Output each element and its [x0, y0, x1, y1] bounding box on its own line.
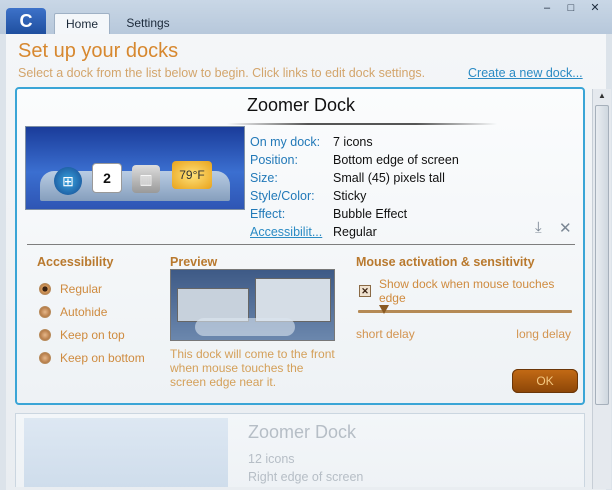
show-on-edge-checkbox[interactable]: ✕: [359, 285, 371, 297]
prop-label: On my dock:: [250, 135, 321, 149]
dock-thumbnail[interactable]: [24, 418, 228, 487]
name-divider: [227, 123, 497, 125]
radio-label: Keep on top: [60, 328, 125, 342]
preview-heading: Preview: [170, 255, 218, 269]
dock-icon-count: 12 icons: [248, 452, 295, 466]
slider-min-label: short delay: [356, 327, 415, 341]
preview-image: [170, 269, 335, 341]
prop-row: Size: Small (45) pixels tall: [250, 169, 459, 187]
prop-value: Small (45) pixels tall: [333, 171, 445, 185]
weather-icon: 79°F: [172, 161, 212, 189]
prop-value: 7 icons: [333, 135, 373, 149]
create-dock-link[interactable]: Create a new dock...: [468, 66, 583, 80]
prop-label: Position:: [250, 153, 298, 167]
radio-keep-on-top[interactable]: Keep on top: [39, 328, 125, 342]
prop-row: Accessibilit... Regular: [250, 223, 459, 241]
page-title: Set up your docks: [18, 40, 179, 62]
prop-value: Regular: [333, 225, 377, 239]
radio-label: Autohide: [60, 305, 108, 319]
page-subtitle: Select a dock from the list below to beg…: [18, 66, 426, 80]
prop-row: On my dock: 7 icons: [250, 133, 459, 151]
prop-value: Sticky: [333, 189, 367, 203]
dock-thumbnail[interactable]: ⊞ 2 ▥ 79°F: [25, 126, 245, 210]
radio-autohide[interactable]: Autohide: [39, 305, 107, 319]
delete-icon[interactable]: ✕: [559, 219, 572, 237]
preview-dock: [195, 318, 295, 336]
ok-button[interactable]: OK: [512, 369, 578, 393]
radio-button[interactable]: [39, 329, 51, 341]
prop-label: Size:: [250, 171, 278, 185]
dock-position: Right edge of screen: [248, 470, 364, 484]
prop-row: Effect: Bubble Effect: [250, 205, 459, 223]
mouse-heading: Mouse activation & sensitivity: [356, 255, 535, 269]
dock-card[interactable]: Zoomer Dock 12 icons Right edge of scree…: [15, 413, 585, 487]
maximize-button[interactable]: □: [560, 0, 582, 16]
scroll-up-arrow-icon[interactable]: ▲: [593, 89, 611, 103]
radio-button[interactable]: [39, 352, 51, 364]
accessibility-heading: Accessibility: [37, 255, 114, 269]
slider-labels: short delay long delay: [356, 327, 571, 341]
prop-label: Effect:: [250, 207, 286, 221]
prop-label: Style/Color:: [250, 189, 315, 203]
tab-home[interactable]: Home: [54, 13, 110, 35]
prop-row: Style/Color: Sticky: [250, 187, 459, 205]
prop-row: Position: Bottom edge of screen: [250, 151, 459, 169]
prop-value: Bubble Effect: [333, 207, 408, 221]
delay-slider-thumb[interactable]: [378, 305, 389, 314]
close-button[interactable]: ✕: [584, 0, 606, 16]
title-bar: C Home Settings – □ ✕: [0, 0, 612, 35]
scrollbar-thumb[interactable]: [595, 105, 609, 405]
main-panel: Set up your docks Select a dock from the…: [6, 34, 611, 490]
scrollbar[interactable]: ▲: [592, 89, 611, 489]
checkbox-label: Show dock when mouse touches edge: [378, 277, 555, 305]
download-icon[interactable]: ⤓: [535, 219, 542, 236]
radio-regular[interactable]: Regular: [39, 282, 102, 296]
calendar-icon: 2: [92, 163, 122, 193]
delay-slider-track[interactable]: [358, 310, 572, 313]
preview-window: [255, 278, 331, 322]
accessibility-link[interactable]: Accessibilit...: [250, 223, 326, 241]
show-on-edge-checkbox-row[interactable]: ✕ Show dock when mouse touches edge: [359, 277, 583, 305]
preview-note: This dock will come to the front when mo…: [170, 347, 335, 389]
minimize-button[interactable]: –: [536, 0, 558, 16]
dock-list: Zoomer Dock ⊞ 2 ▥ 79°F On my dock: 7 ico…: [14, 87, 588, 487]
dock-name: Zoomer Dock: [247, 95, 356, 115]
window-controls: – □ ✕: [536, 0, 606, 16]
section-divider: [27, 244, 575, 245]
preview-window: [177, 288, 249, 322]
dock-card-selected[interactable]: Zoomer Dock ⊞ 2 ▥ 79°F On my dock: 7 ico…: [15, 87, 585, 405]
dock-name: Zoomer Dock: [248, 422, 357, 442]
dock-properties: On my dock: 7 icons Position: Bottom edg…: [250, 133, 459, 241]
prop-value: Bottom edge of screen: [333, 153, 459, 167]
tab-settings[interactable]: Settings: [118, 13, 178, 34]
radio-button[interactable]: [39, 306, 51, 318]
radio-button[interactable]: [39, 283, 51, 295]
radio-label: Keep on bottom: [60, 351, 145, 365]
radio-keep-on-bottom[interactable]: Keep on bottom: [39, 351, 145, 365]
radio-label: Regular: [60, 282, 103, 296]
recycle-bin-icon: ▥: [132, 165, 160, 193]
slider-max-label: long delay: [516, 327, 571, 341]
app-logo-icon[interactable]: C: [6, 8, 46, 34]
windows-start-icon: ⊞: [54, 167, 82, 195]
